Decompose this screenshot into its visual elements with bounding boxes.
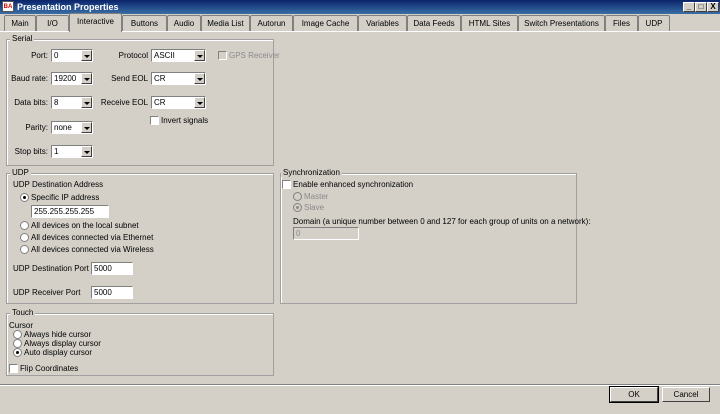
flip-coordinates-checkbox[interactable] xyxy=(9,364,18,373)
tab-interactive[interactable]: Interactive xyxy=(69,13,122,32)
port-value: 0 xyxy=(54,51,59,60)
invert-signals-label: Invert signals xyxy=(161,116,209,125)
local-subnet-radio[interactable] xyxy=(20,221,29,230)
udp-receiver-port-label: UDP Receiver Port xyxy=(13,288,81,297)
tab-audio[interactable]: Audio xyxy=(167,15,201,31)
parity-dropdown[interactable]: none xyxy=(51,121,93,134)
parity-label: Parity: xyxy=(25,123,48,132)
tab-main[interactable]: Main xyxy=(4,15,36,31)
tab-switch-presentations[interactable]: Switch Presentations xyxy=(518,15,605,31)
title-bar[interactable]: BA Presentation Properties _ □ X xyxy=(0,0,720,14)
protocol-label: Protocol xyxy=(118,51,148,60)
gps-receiver-label: GPS Receiver xyxy=(229,51,280,60)
minimize-button[interactable]: _ xyxy=(683,2,695,12)
send-eol-value: CR xyxy=(154,74,166,83)
synchronization-group-title: Synchronization xyxy=(281,168,342,177)
touch-group-title: Touch xyxy=(10,308,36,317)
tab-variables[interactable]: Variables xyxy=(358,15,407,31)
tab-files[interactable]: Files xyxy=(605,15,638,31)
tab-buttons[interactable]: Buttons xyxy=(122,15,167,31)
ethernet-radio[interactable] xyxy=(20,233,29,242)
flip-coordinates-label: Flip Coordinates xyxy=(20,364,79,373)
baud-rate-dropdown[interactable]: 19200 xyxy=(51,72,93,85)
data-bits-label: Data bits: xyxy=(14,98,48,107)
invert-signals-checkbox[interactable] xyxy=(150,116,159,125)
stop-bits-dropdown[interactable]: 1 xyxy=(51,145,93,158)
udp-destination-port-label: UDP Destination Port xyxy=(13,264,89,273)
domain-label: Domain (a unique number between 0 and 12… xyxy=(293,217,591,226)
slave-label: Slave xyxy=(304,203,325,212)
port-label: Port: xyxy=(31,51,48,60)
data-bits-dropdown[interactable]: 8 xyxy=(51,96,93,109)
tab-html-sites[interactable]: HTML Sites xyxy=(461,15,518,31)
chevron-down-icon[interactable] xyxy=(81,97,92,108)
always-hide-cursor-radio[interactable] xyxy=(13,330,22,339)
udp-destination-address-label: UDP Destination Address xyxy=(13,180,104,189)
udp-destination-port-input[interactable]: 5000 xyxy=(91,262,133,275)
protocol-dropdown[interactable]: ASCII xyxy=(151,49,206,62)
send-eol-dropdown[interactable]: CR xyxy=(151,72,206,85)
chevron-down-icon[interactable] xyxy=(194,73,205,84)
maximize-button[interactable]: □ xyxy=(695,2,707,12)
tab-media-list[interactable]: Media List xyxy=(201,15,250,31)
udp-receiver-port-input[interactable]: 5000 xyxy=(91,286,133,299)
tab-udp[interactable]: UDP xyxy=(638,15,670,31)
receive-eol-label: Receive EOL xyxy=(100,98,148,107)
chevron-down-icon[interactable] xyxy=(81,146,92,157)
chevron-down-icon[interactable] xyxy=(81,73,92,84)
tab-bar: Main I/O Interactive Buttons Audio Media… xyxy=(0,13,720,32)
close-button[interactable]: X xyxy=(707,2,719,12)
port-dropdown[interactable]: 0 xyxy=(51,49,93,62)
specific-ip-label: Specific IP address xyxy=(31,193,100,202)
gps-receiver-checkbox[interactable] xyxy=(218,51,227,60)
wireless-radio[interactable] xyxy=(20,245,29,254)
enhanced-sync-checkbox[interactable] xyxy=(282,180,291,189)
chevron-down-icon[interactable] xyxy=(81,122,92,133)
auto-display-cursor-radio[interactable] xyxy=(13,348,22,357)
domain-input[interactable]: 0 xyxy=(293,227,359,240)
send-eol-label: Send EOL xyxy=(111,74,148,83)
slave-radio[interactable] xyxy=(293,203,302,212)
enhanced-sync-label: Enable enhanced synchronization xyxy=(293,180,414,189)
stop-bits-value: 1 xyxy=(54,147,59,156)
wireless-label: All devices connected via Wireless xyxy=(31,245,154,254)
tab-io[interactable]: I/O xyxy=(36,15,69,31)
tab-autorun[interactable]: Autorun xyxy=(250,15,293,31)
udp-group-title: UDP xyxy=(10,168,31,177)
serial-group-title: Serial xyxy=(10,34,35,43)
baud-rate-value: 19200 xyxy=(54,74,77,83)
always-display-cursor-radio[interactable] xyxy=(13,339,22,348)
cancel-button[interactable]: Cancel xyxy=(662,387,710,402)
receive-eol-value: CR xyxy=(154,98,166,107)
ethernet-label: All devices connected via Ethernet xyxy=(31,233,154,242)
baud-rate-label: Baud rate: xyxy=(11,74,48,83)
parity-value: none xyxy=(54,123,72,132)
ip-address-input[interactable]: 255.255.255.255 xyxy=(31,205,109,218)
receive-eol-dropdown[interactable]: CR xyxy=(151,96,206,109)
specific-ip-radio[interactable] xyxy=(20,193,29,202)
local-subnet-label: All devices on the local subnet xyxy=(31,221,139,230)
window-title: Presentation Properties xyxy=(17,2,119,12)
master-radio[interactable] xyxy=(293,192,302,201)
app-icon: BA xyxy=(2,1,14,12)
tab-data-feeds[interactable]: Data Feeds xyxy=(407,15,461,31)
stop-bits-label: Stop bits: xyxy=(14,147,48,156)
master-label: Master xyxy=(304,192,329,201)
chevron-down-icon[interactable] xyxy=(81,50,92,61)
chevron-down-icon[interactable] xyxy=(194,50,205,61)
tab-image-cache[interactable]: Image Cache xyxy=(293,15,358,31)
protocol-value: ASCII xyxy=(154,51,175,60)
ok-button[interactable]: OK xyxy=(609,386,659,403)
auto-display-cursor-label: Auto display cursor xyxy=(24,348,93,357)
footer-divider xyxy=(0,384,720,385)
chevron-down-icon[interactable] xyxy=(194,97,205,108)
data-bits-value: 8 xyxy=(54,98,59,107)
